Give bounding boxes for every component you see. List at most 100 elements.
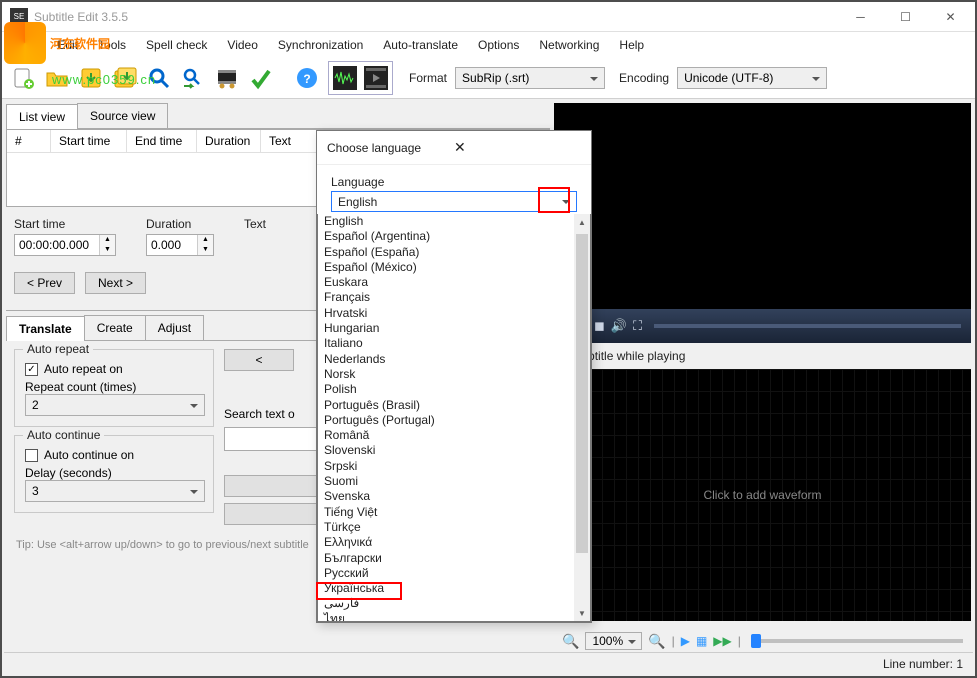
waveform-icon[interactable] [330,63,360,93]
help-icon[interactable]: ? [292,63,322,93]
repeat-count-label: Repeat count (times) [25,380,203,394]
language-option[interactable]: Русский [318,566,590,581]
language-option[interactable]: فارسی [318,596,590,611]
zoom-select[interactable]: 100% [585,632,642,650]
language-option[interactable]: Українська [318,581,590,596]
delay-label: Delay (seconds) [25,466,203,480]
tab-create[interactable]: Create [84,315,146,340]
language-option[interactable]: Hrvatski [318,306,590,321]
forward-icon[interactable]: ▶▶ [713,634,731,648]
col-duration[interactable]: Duration [197,130,261,152]
zoom-in-icon[interactable]: 🔍 [648,633,665,650]
col-number[interactable]: # [7,130,51,152]
language-option[interactable]: Suomi [318,474,590,489]
volume-icon[interactable]: 🔊 [611,318,627,334]
language-dropdown-list[interactable]: ▲ ▼ EnglishEspañol (Argentina)Español (E… [317,214,591,622]
language-option[interactable]: Türkçe [318,520,590,535]
maximize-button[interactable]: ☐ [883,2,928,31]
start-time-input[interactable]: ▲▼ [14,234,116,256]
language-option[interactable]: ไทย [318,612,590,622]
language-option[interactable]: Ελληνικά [318,535,590,550]
language-option[interactable]: Hungarian [318,321,590,336]
close-button[interactable]: ✕ [928,2,973,31]
next-button[interactable]: Next > [85,272,146,294]
duration-input[interactable]: ▲▼ [146,234,214,256]
minimize-button[interactable]: ─ [838,2,883,31]
new-file-icon[interactable] [8,63,38,93]
language-option[interactable]: Srpski [318,459,590,474]
tab-source-view[interactable]: Source view [77,103,168,128]
grid-icon[interactable]: ▦ [696,634,707,648]
language-option[interactable]: Español (Argentina) [318,229,590,244]
language-option[interactable]: Polish [318,382,590,397]
col-start[interactable]: Start time [51,130,127,152]
slider-thumb[interactable] [751,634,761,648]
language-option[interactable]: English [318,214,590,229]
language-select[interactable]: English [331,191,577,212]
language-option[interactable]: Română [318,428,590,443]
language-option[interactable]: Български [318,551,590,566]
auto-repeat-checkbox[interactable]: ✓Auto repeat on [25,362,203,376]
menu-networking[interactable]: Networking [529,34,609,56]
language-option[interactable]: Italiano [318,336,590,351]
visual-sync-icon[interactable] [212,63,242,93]
prev-button[interactable]: < Prev [14,272,75,294]
start-time-label: Start time [14,217,116,231]
language-option[interactable]: Français [318,290,590,305]
language-option[interactable]: Português (Brasil) [318,398,590,413]
seek-bar[interactable] [654,324,961,328]
language-option[interactable]: Slovenski [318,443,590,458]
language-option[interactable]: Español (México) [318,260,590,275]
dialog-close-button[interactable]: ✕ [448,137,581,158]
language-option[interactable]: Nederlands [318,352,590,367]
menu-sync[interactable]: Synchronization [268,34,373,56]
col-end[interactable]: End time [127,130,197,152]
save-as-icon[interactable] [110,63,140,93]
tab-translate[interactable]: Translate [6,316,85,341]
video-icon[interactable] [361,63,391,93]
position-slider[interactable] [751,639,963,643]
language-option[interactable]: Euskara [318,275,590,290]
scrollbar[interactable]: ▲ ▼ [574,214,590,621]
tab-list-view[interactable]: List view [6,104,78,129]
video-panel[interactable]: ◼ 🔊 ⛶ [554,103,971,343]
language-option[interactable]: Español (España) [318,245,590,260]
tab-adjust[interactable]: Adjust [145,315,204,340]
spellcheck-icon[interactable] [246,63,276,93]
spin-up-icon[interactable]: ▲ [198,235,213,245]
back-button[interactable]: < [224,349,294,371]
play-selection-icon[interactable]: ▶ [681,634,690,648]
find-icon[interactable] [144,63,174,93]
menu-options[interactable]: Options [468,34,529,56]
format-select[interactable]: SubRip (.srt) [455,67,605,89]
save-icon[interactable] [76,63,106,93]
auto-continue-checkbox[interactable]: Auto continue on [25,448,203,462]
scroll-thumb[interactable] [576,234,588,553]
zoom-out-icon[interactable]: 🔍 [562,633,579,650]
open-file-icon[interactable] [42,63,72,93]
spin-down-icon[interactable]: ▼ [198,245,213,255]
scroll-up-icon[interactable]: ▲ [574,214,590,230]
spin-up-icon[interactable]: ▲ [100,235,115,245]
menu-autotranslate[interactable]: Auto-translate [373,34,468,56]
delay-select[interactable]: 3 [25,480,205,502]
menu-edit[interactable]: Edit [47,34,88,56]
encoding-select[interactable]: Unicode (UTF-8) [677,67,827,89]
waveform-panel[interactable]: Click to add waveform [554,369,971,621]
menu-file[interactable]: File [8,34,47,56]
spin-down-icon[interactable]: ▼ [100,245,115,255]
language-option[interactable]: Português (Portugal) [318,413,590,428]
menu-help[interactable]: Help [609,34,654,56]
menu-spellcheck[interactable]: Spell check [136,34,217,56]
fullscreen-icon[interactable]: ⛶ [633,318,642,334]
menu-tools[interactable]: Tools [88,34,136,56]
language-option[interactable]: Tiếng Việt [318,505,590,520]
menu-video[interactable]: Video [217,34,267,56]
repeat-count-select[interactable]: 2 [25,394,205,416]
app-icon: SE [10,8,28,26]
replace-icon[interactable] [178,63,208,93]
language-option[interactable]: Norsk [318,367,590,382]
language-option[interactable]: Svenska [318,489,590,504]
stop-icon[interactable]: ◼ [594,318,605,334]
scroll-down-icon[interactable]: ▼ [574,605,590,621]
